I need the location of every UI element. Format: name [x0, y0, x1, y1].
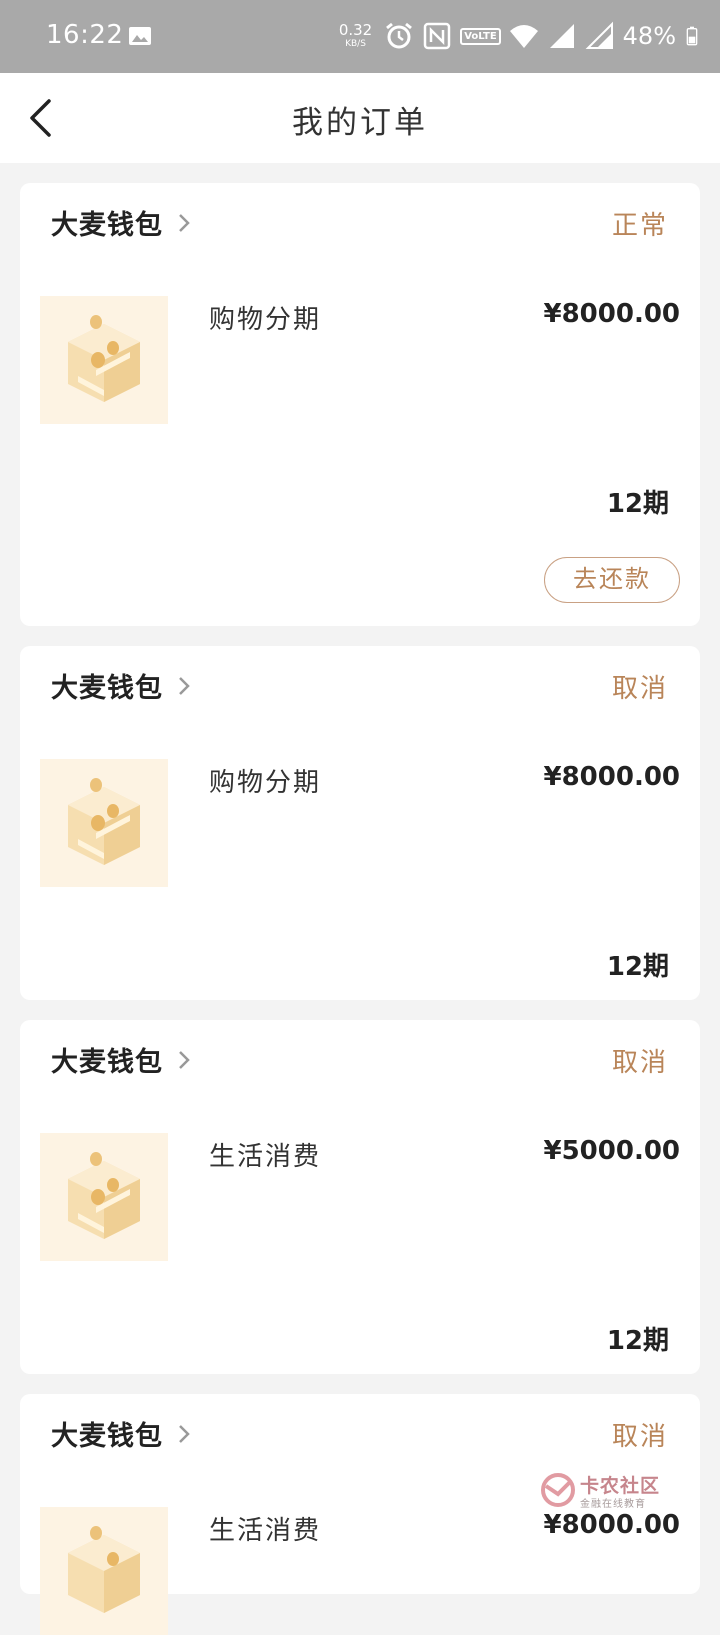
product-name: 购物分期	[209, 305, 322, 335]
alarm-icon	[386, 22, 413, 49]
product-thumbnail	[40, 296, 168, 424]
merchant-name: 大麦钱包	[51, 673, 163, 704]
product-thumbnail	[40, 1133, 168, 1261]
order-card[interactable]: 大麦钱包 取消 生活消费 ¥5000.00 12期	[20, 1020, 700, 1374]
merchant-link[interactable]: 大麦钱包	[51, 1040, 191, 1079]
merchant-link[interactable]: 大麦钱包	[51, 666, 191, 705]
chevron-right-icon	[179, 213, 190, 232]
installment-periods: 12期	[606, 489, 669, 519]
watermark-subtitle: 金融在线教育	[580, 1499, 646, 1510]
order-amount: ¥8000.00	[543, 1510, 680, 1540]
order-status: 取消	[611, 1422, 668, 1452]
merchant-link[interactable]: 大麦钱包	[51, 1414, 191, 1453]
chevron-right-icon	[179, 1050, 190, 1069]
nav-header: 我的订单	[0, 73, 720, 163]
coin-box-icon	[68, 778, 140, 865]
merchant-name: 大麦钱包	[51, 1421, 163, 1452]
order-amount: ¥8000.00	[543, 299, 680, 329]
signal-icon-2	[585, 21, 613, 49]
order-card[interactable]: 大麦钱包 正常 购物分期 ¥8000.00 12期 去还款	[20, 183, 700, 626]
nfc-icon	[423, 22, 451, 50]
status-time: 16:22	[46, 20, 124, 50]
product-name: 生活消费	[209, 1142, 322, 1172]
network-speed: 0.32 KB/S	[339, 23, 372, 49]
installment-periods: 12期	[606, 1326, 669, 1356]
order-amount: ¥8000.00	[543, 762, 680, 792]
battery-percent: 48%	[622, 22, 676, 50]
coin-box-icon	[68, 1526, 140, 1613]
status-icons: 0.32 KB/S VoLTE 48%	[339, 16, 704, 56]
order-card[interactable]: 大麦钱包 取消 购物分期 ¥8000.00 12期	[20, 646, 700, 1000]
order-status: 取消	[611, 1048, 668, 1078]
chevron-right-icon	[179, 676, 190, 695]
watermark-name: 卡农社区	[580, 1475, 661, 1497]
network-speed-value: 0.32	[338, 21, 373, 39]
merchant-link[interactable]: 大麦钱包	[51, 203, 191, 242]
network-speed-unit: KB/S	[345, 39, 366, 49]
installment-periods: 12期	[606, 952, 669, 982]
order-status: 正常	[611, 211, 668, 241]
watermark-logo-icon	[541, 1473, 575, 1507]
merchant-name: 大麦钱包	[51, 1047, 163, 1078]
wifi-icon	[509, 25, 538, 48]
volte-badge: VoLTE	[460, 27, 501, 45]
status-bar: 16:22 0.32 KB/S VoLTE 48%	[0, 0, 720, 73]
coin-box-icon	[68, 315, 140, 402]
merchant-name: 大麦钱包	[51, 210, 163, 241]
product-name: 购物分期	[209, 768, 322, 798]
product-thumbnail	[40, 759, 168, 887]
gallery-icon	[129, 27, 151, 45]
product-thumbnail	[40, 1507, 168, 1635]
page-title: 我的订单	[292, 105, 428, 141]
order-amount: ¥5000.00	[543, 1136, 680, 1166]
coin-box-icon	[68, 1152, 140, 1239]
product-name: 生活消费	[209, 1516, 322, 1546]
signal-icon	[549, 24, 574, 48]
chevron-right-icon	[179, 1424, 190, 1443]
battery-icon	[686, 26, 698, 46]
repay-button[interactable]: 去还款	[544, 557, 680, 603]
order-status: 取消	[611, 674, 668, 704]
watermark: 卡农社区 金融在线教育	[540, 1470, 670, 1510]
